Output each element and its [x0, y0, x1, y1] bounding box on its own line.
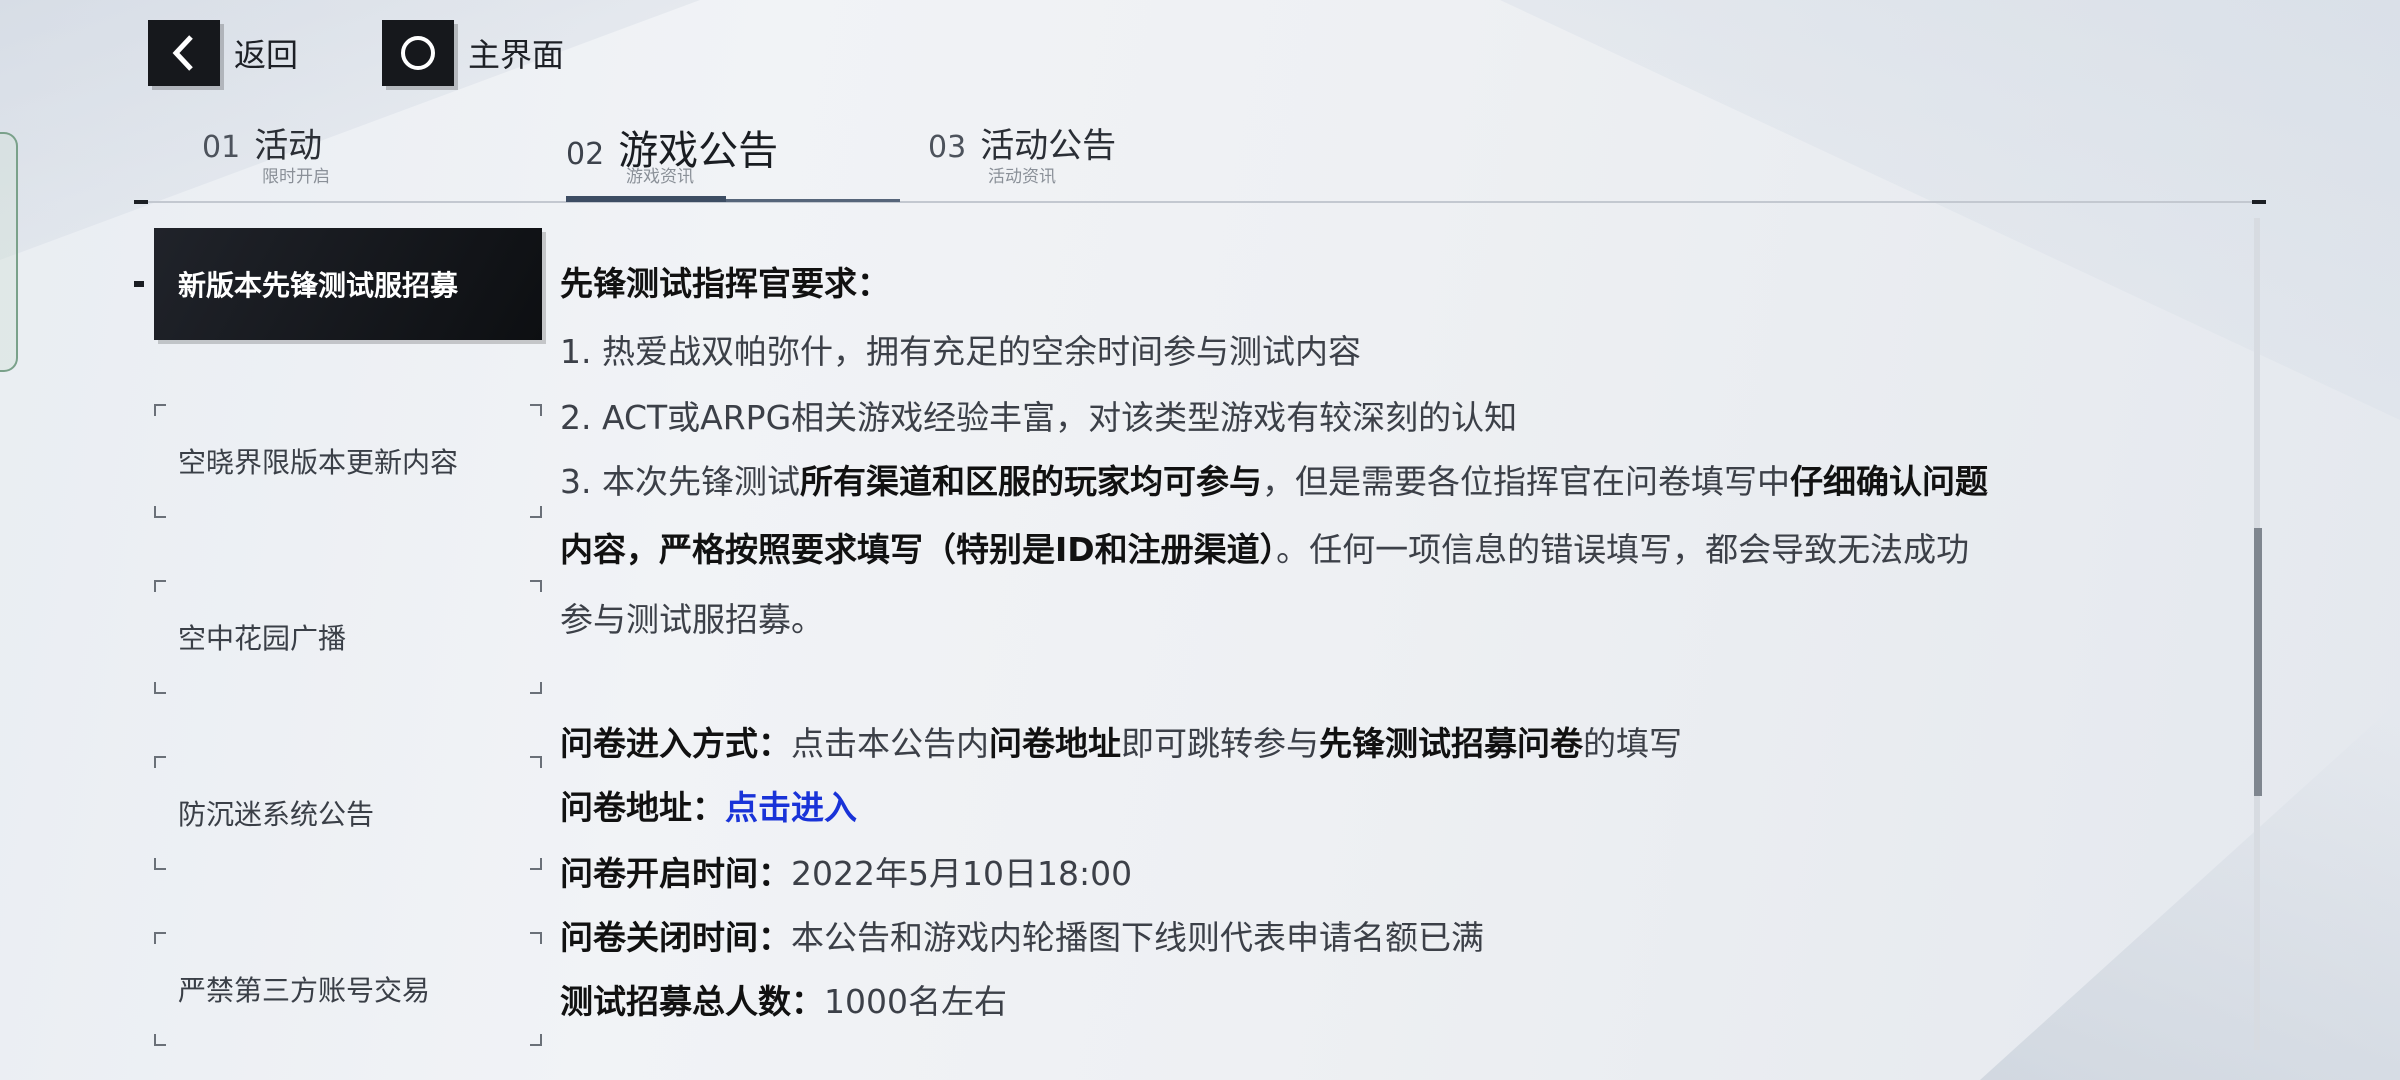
tab-subtitle: 游戏资讯 — [626, 167, 694, 187]
entry-method: 问卷进入方式：点击本公告内问卷地址即可跳转参与先锋测试招募问卷的填写 — [560, 724, 1682, 764]
side-drawer-handle[interactable] — [0, 132, 18, 372]
req3-text: ，但是需要各位指挥官在问卷填写中 — [1261, 462, 1790, 501]
tab-subtitle: 限时开启 — [262, 167, 330, 187]
close-time-label: 问卷关闭时间： — [560, 918, 791, 957]
address-label: 问卷地址： — [560, 788, 725, 827]
active-tab-indicator-tail — [726, 199, 900, 202]
req3-emphasis: 内容，严格按照要求填写（特别是ID和注册渠道） — [560, 530, 1277, 569]
home-button[interactable]: 主界面 — [382, 20, 564, 86]
background-shape — [1980, 700, 2400, 1080]
back-label: 返回 — [234, 36, 299, 74]
sidebar-item-update-notes[interactable]: 空晓界限版本更新内容 — [154, 404, 542, 518]
entry-text: 的填写 — [1583, 724, 1682, 763]
back-button[interactable]: 返回 — [148, 20, 298, 86]
tab-activities[interactable]: 01 活动 限时开启 — [202, 118, 330, 187]
background-shape — [1500, 0, 2400, 420]
divider-cap — [134, 200, 148, 204]
back-arrow-icon — [148, 20, 220, 86]
tab-game-announcements[interactable]: 02 游戏公告 游戏资讯 — [566, 118, 778, 187]
requirement-1: 1. 热爱战双帕弥什，拥有充足的空余时间参与测试内容 — [560, 332, 1361, 371]
requirement-3: 3. 本次先锋测试所有渠道和区服的玩家均可参与，但是需要各位指挥官在问卷填写中仔… — [560, 462, 1988, 502]
req3-emphasis: 仔细确认问题 — [1789, 462, 1988, 501]
sidebar-item-anti-addiction[interactable]: 防沉迷系统公告 — [154, 756, 542, 870]
req3-text: 3. 本次先锋测试 — [560, 462, 800, 501]
tab-number: 02 — [566, 137, 605, 172]
open-time-label: 问卷开启时间： — [560, 854, 791, 893]
recruit-total: 测试招募总人数：1000名左右 — [560, 982, 1007, 1022]
open-time: 问卷开启时间：2022年5月10日18:00 — [560, 854, 1132, 894]
sidebar-item-tester-recruit[interactable]: 新版本先锋测试服招募 — [154, 228, 542, 340]
req3-text: 。任何一项信息的错误填写，都会导致无法成功 — [1276, 530, 1970, 569]
sidebar-item-account-trading[interactable]: 严禁第三方账号交易 — [154, 932, 542, 1046]
requirements-heading: 先锋测试指挥官要求： — [560, 264, 890, 303]
total-value: 1000名左右 — [824, 982, 1007, 1021]
tab-divider — [134, 201, 2266, 203]
active-item-marker — [134, 281, 144, 287]
sidebar-item-label: 空晓界限版本更新内容 — [178, 446, 459, 479]
tab-number: 01 — [202, 130, 241, 165]
tab-title: 活动 — [254, 126, 323, 166]
tab-number: 03 — [928, 130, 967, 165]
close-time-value: 本公告和游戏内轮播图下线则代表申请名额已满 — [791, 918, 1484, 957]
tab-event-announcements[interactable]: 03 活动公告 活动资讯 — [928, 118, 1117, 187]
tab-title: 活动公告 — [980, 126, 1117, 166]
req3-emphasis: 所有渠道和区服的玩家均可参与 — [799, 462, 1262, 501]
sidebar-item-label: 防沉迷系统公告 — [178, 798, 375, 831]
open-time-value: 2022年5月10日18:00 — [791, 854, 1133, 893]
divider-cap — [2252, 200, 2266, 204]
tab-subtitle: 活动资讯 — [988, 167, 1056, 187]
sidebar-item-label: 新版本先锋测试服招募 — [178, 269, 459, 302]
requirement-2: 2. ACT或ARPG相关游戏经验丰富，对该类型游戏有较深刻的认知 — [560, 398, 1518, 437]
requirement-3-cont: 内容，严格按照要求填写（特别是ID和注册渠道）。任何一项信息的错误填写，都会导致… — [560, 530, 1969, 570]
active-tab-indicator — [566, 196, 726, 202]
sidebar-item-label: 严禁第三方账号交易 — [178, 974, 431, 1007]
entry-emphasis: 先锋测试招募问卷 — [1319, 724, 1583, 763]
entry-text: 即可跳转参与 — [1121, 724, 1319, 763]
entry-label: 问卷进入方式： — [560, 724, 791, 763]
sidebar-item-broadcast[interactable]: 空中花园广播 — [154, 580, 542, 694]
survey-address: 问卷地址：点击进入 — [560, 788, 857, 828]
sidebar-item-label: 空中花园广播 — [178, 622, 347, 655]
survey-link[interactable]: 点击进入 — [725, 788, 857, 827]
entry-text: 点击本公告内 — [791, 724, 989, 763]
home-label: 主界面 — [468, 36, 565, 74]
scrollbar-thumb[interactable] — [2254, 528, 2262, 796]
close-time: 问卷关闭时间：本公告和游戏内轮播图下线则代表申请名额已满 — [560, 918, 1484, 958]
entry-emphasis: 问卷地址 — [989, 724, 1121, 763]
home-circle-icon — [382, 20, 454, 86]
total-label: 测试招募总人数： — [560, 982, 824, 1021]
requirement-3-end: 参与测试服招募。 — [560, 600, 824, 639]
